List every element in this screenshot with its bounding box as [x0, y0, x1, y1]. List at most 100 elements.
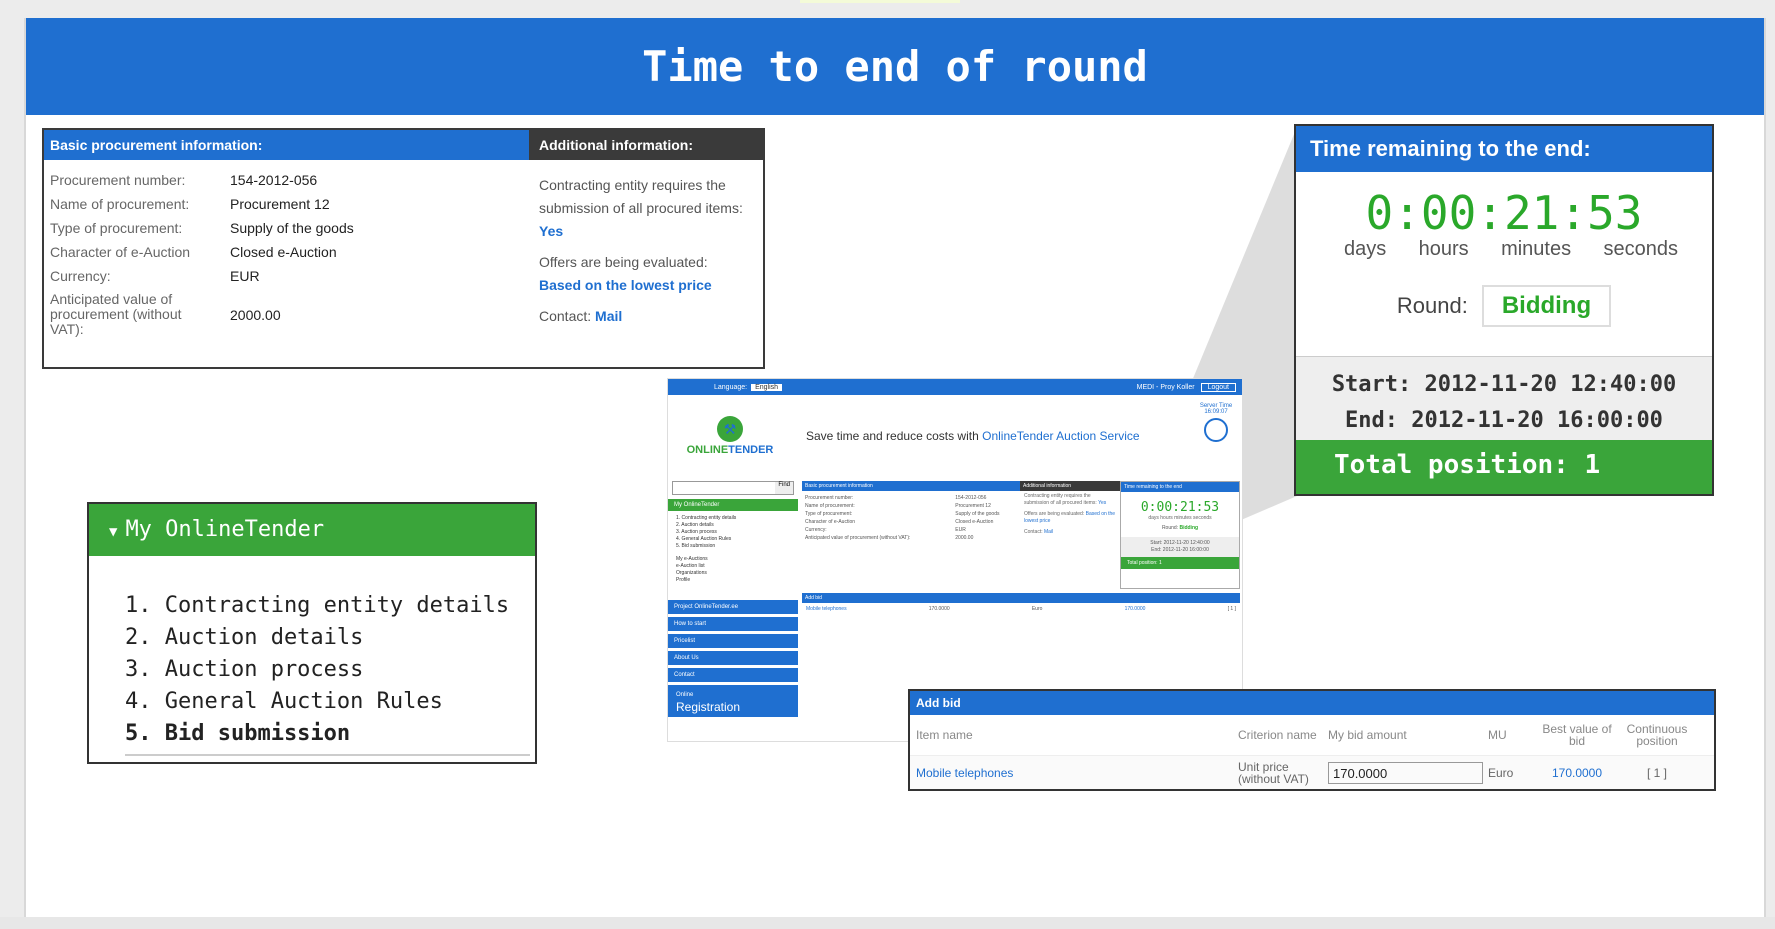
thumb-sub-item[interactable]: 4. General Auction Rules: [676, 536, 790, 543]
thumb-units: days hours minutes seconds: [1148, 515, 1212, 521]
evaluation-value: Based on the lowest price: [539, 277, 712, 293]
thumb-slogan: Save time and reduce costs with OnlineTe…: [806, 429, 1140, 443]
add-bid-panel: Add bid Item name Criterion name My bid …: [908, 689, 1716, 791]
thumb-total: Total position: 1: [1121, 557, 1239, 569]
thumb-row-value: Procurement 12: [955, 503, 991, 509]
menu-item-contracting-entity[interactable]: 1. Contracting entity details: [125, 590, 535, 622]
bid-position: [ 1 ]: [1646, 765, 1667, 780]
thumb-time-panel: Time remaining to the end 0:00:21:53 day…: [1120, 481, 1240, 589]
thumb-search-input[interactable]: Find: [672, 481, 794, 495]
thumb-side-item[interactable]: About Us: [668, 651, 798, 665]
thumb-bid-amount[interactable]: 170.0000: [929, 606, 950, 612]
site-screenshot-thumbnail: Language: English MEDI - Proy Koller Log…: [667, 378, 1243, 742]
thumb-row-value: Supply of the goods: [955, 511, 1000, 517]
bid-best-value: 170.0000: [1551, 765, 1603, 780]
thumb-additional-header: Additional information: [1020, 481, 1120, 491]
menu-item-auction-details[interactable]: 2. Auction details: [125, 622, 535, 654]
bid-item-link[interactable]: Mobile telephones: [916, 766, 1238, 780]
round-value: Bidding: [1481, 285, 1612, 327]
thumb-side-item[interactable]: How to start: [668, 617, 798, 631]
thumb-search-button[interactable]: Find: [775, 482, 793, 494]
time-remaining-panel: Time remaining to the end: 0:00:21:53 da…: [1294, 124, 1714, 496]
countdown-units: days hours minutes seconds: [1296, 236, 1712, 261]
procurement-info-panel: Basic procurement information: Additiona…: [42, 128, 765, 369]
thumb-language-select[interactable]: English: [751, 383, 783, 391]
thumb-contact-link[interactable]: Mail: [1044, 529, 1053, 535]
thumb-side-sub: 1. Contracting entity details 2. Auction…: [668, 513, 798, 586]
menu-item-auction-process[interactable]: 3. Auction process: [125, 654, 535, 686]
unit-minutes: minutes: [1501, 238, 1572, 260]
thumb-additional-info: Additional information Contracting entit…: [1020, 481, 1120, 589]
thumb-bid-pos: [ 1 ]: [1227, 606, 1236, 612]
thumb-slogan-text: Save time and reduce costs with: [806, 429, 979, 443]
evaluation-text: Offers are being evaluated:: [539, 254, 708, 270]
thumb-side-item[interactable]: Pricelist: [668, 634, 798, 648]
thumb-banner: ⚒ ONLINETENDER Save time and reduce cost…: [668, 395, 1242, 477]
row-value: 2000.00: [230, 306, 281, 323]
thumb-bid-item[interactable]: Mobile telephones: [806, 606, 847, 612]
thumb-logout-button[interactable]: Logout: [1200, 382, 1236, 392]
end-time: End: 2012-11-20 16:00:00: [1345, 408, 1663, 433]
basic-info-header: Basic procurement information:: [44, 130, 529, 160]
round-label: Round:: [1396, 293, 1468, 318]
total-position: Total position: 1: [1296, 440, 1712, 494]
menu-item-bid-submission[interactable]: 5. Bid submission: [125, 718, 530, 756]
bottom-band: [0, 917, 1775, 929]
menu-header[interactable]: ▼ My OnlineTender: [89, 504, 535, 556]
thumb-sub-item[interactable]: My e-Auctions: [676, 556, 790, 563]
thumb-submission-text: Contracting entity requires the submissi…: [1024, 493, 1097, 506]
gavel-icon: ⚒: [717, 416, 743, 442]
thumb-server-time-label: Server Time 16:09:07: [1199, 403, 1233, 415]
contact-label: Contact:: [539, 308, 592, 324]
menu-item-general-rules[interactable]: 4. General Auction Rules: [125, 686, 535, 718]
thumb-side-item[interactable]: Contact: [668, 668, 798, 682]
add-bid-header: Add bid: [910, 691, 1714, 715]
thumb-slogan-link[interactable]: OnlineTender Auction Service: [982, 429, 1139, 443]
thumb-sub-item[interactable]: e-Auction list: [676, 563, 790, 570]
thumb-row-label: Procurement number:: [805, 495, 854, 501]
thumb-contact-label: Contact:: [1024, 529, 1043, 535]
bid-amount-input[interactable]: 170.0000: [1328, 761, 1483, 784]
table-row: Mobile telephones Unit price (without VA…: [910, 755, 1714, 789]
thumb-sub-item[interactable]: 2. Auction details: [676, 522, 790, 529]
add-bid-header-row: Item name Criterion name My bid amount M…: [910, 715, 1714, 755]
top-accent: [800, 0, 960, 3]
slide-page: Time to end of round Basic procurement i…: [0, 0, 1775, 929]
table-row: Currency: EUR: [44, 264, 529, 288]
row-label: Procurement number:: [50, 172, 186, 188]
table-row: Name of procurement: Procurement 12: [44, 192, 529, 216]
thumb-row-label: Name of procurement:: [805, 503, 855, 509]
additional-info-header: Additional information:: [529, 130, 763, 160]
thumb-registration-button[interactable]: Online Registration: [668, 685, 798, 717]
time-remaining-header: Time remaining to the end:: [1296, 126, 1712, 172]
thumb-language-label: Language:: [714, 383, 748, 391]
submission-value: Yes: [539, 223, 564, 239]
thumb-submission-value: Yes: [1098, 500, 1107, 506]
thumb-sub-item[interactable]: Profile: [676, 577, 790, 584]
thumb-logo: ⚒ ONLINETENDER: [674, 416, 786, 456]
clock-icon: [1204, 418, 1228, 442]
table-row: Type of procurement: Supply of the goods: [44, 216, 529, 240]
row-value: Supply of the goods: [230, 220, 354, 236]
additional-info: Contracting entity requires the submissi…: [529, 160, 763, 341]
col-item-name: Item name: [916, 728, 973, 742]
thumb-side-item[interactable]: My OnlineTender: [668, 499, 798, 511]
thumb-row-value: 2000.00: [955, 535, 974, 541]
row-label: Character of e-Auction: [50, 244, 191, 260]
thumb-sub-item[interactable]: 1. Contracting entity details: [676, 515, 790, 522]
thumb-row-label: Character of e-Auction: [805, 519, 856, 525]
row-value: EUR: [230, 268, 260, 284]
thumb-start: Start: 2012-11-20 12:40:00: [1150, 540, 1210, 546]
thumb-logo-online: ONLINE: [686, 444, 729, 456]
col-best-value: Best value of bid: [1542, 722, 1612, 748]
unit-hours: hours: [1418, 238, 1469, 260]
col-continuous-position: Continuous position: [1626, 722, 1688, 748]
thumb-sub-item[interactable]: 5. Bid submission: [676, 543, 790, 550]
thumb-side-item[interactable]: Project OnlineTender.ee: [668, 600, 798, 614]
thumb-bid-best: 170.0000: [1124, 606, 1146, 612]
row-value: Closed e-Auction: [230, 244, 337, 260]
thumb-sub-item[interactable]: Organizations: [676, 570, 790, 577]
contact-mail-link[interactable]: Mail: [595, 308, 622, 324]
menu-header-label: My OnlineTender: [125, 517, 325, 542]
thumb-sub-item[interactable]: 3. Auction process: [676, 529, 790, 536]
